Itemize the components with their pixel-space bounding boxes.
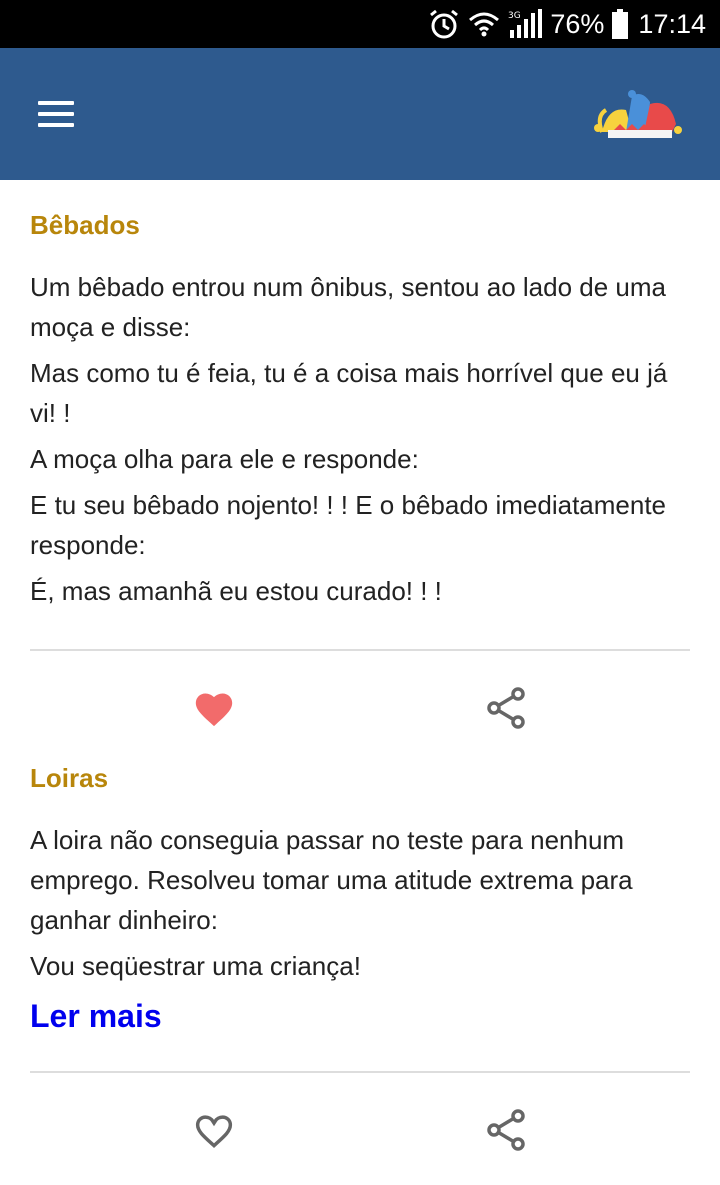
joke-card: Bêbados Um bêbado entrou num ônibus, sen…	[30, 180, 690, 763]
joke-paragraph: Vou seqüestrar uma criança!	[30, 951, 361, 981]
joke-feed: Bêbados Um bêbado entrou num ônibus, sen…	[30, 180, 690, 1185]
heart-outline-icon	[195, 1115, 233, 1148]
hamburger-menu-icon[interactable]	[38, 101, 74, 127]
share-button[interactable]	[481, 1105, 531, 1155]
card-actions	[30, 1073, 690, 1185]
joke-paragraph: E tu seu bêbado nojento! ! ! E o bêbado …	[30, 490, 667, 560]
joke-title: Bêbados	[30, 210, 140, 240]
network-type-label: 3G	[508, 11, 521, 21]
joke-paragraph: Um bêbado entrou num ônibus, sentou ao l…	[30, 272, 666, 342]
app-bar	[0, 48, 720, 180]
joke-card: Loiras A loira não conseguia passar no t…	[30, 763, 690, 1185]
joke-paragraph: A moça olha para ele e responde:	[30, 444, 419, 474]
status-icons: 3G 76% 17:14	[428, 0, 706, 48]
joke-text: Um bêbado entrou num ônibus, sentou ao l…	[30, 267, 690, 611]
clock: 17:14	[638, 8, 706, 39]
share-icon	[487, 1109, 525, 1151]
alarm-icon	[430, 9, 459, 39]
share-icon	[487, 687, 525, 729]
joke-title: Loiras	[30, 763, 109, 793]
share-button[interactable]	[481, 683, 531, 733]
signal-icon: 3G	[508, 9, 543, 38]
joke-text: A loira não conseguia passar no teste pa…	[30, 820, 690, 986]
jester-hat-icon[interactable]	[592, 86, 684, 142]
status-bar: 3G 76% 17:14	[0, 0, 720, 48]
joke-paragraph: É, mas amanhã eu estou curado! ! !	[30, 576, 442, 606]
joke-paragraph: Mas como tu é feia, tu é a coisa mais ho…	[30, 358, 668, 428]
like-button[interactable]	[189, 683, 239, 733]
heart-filled-icon	[195, 693, 233, 727]
like-button[interactable]	[189, 1105, 239, 1155]
joke-paragraph: A loira não conseguia passar no teste pa…	[30, 825, 633, 935]
battery-percent: 76%	[550, 8, 605, 39]
read-more-link[interactable]: Ler mais	[30, 998, 162, 1035]
card-actions	[30, 651, 690, 763]
wifi-icon	[469, 12, 500, 37]
battery-icon	[612, 9, 629, 39]
